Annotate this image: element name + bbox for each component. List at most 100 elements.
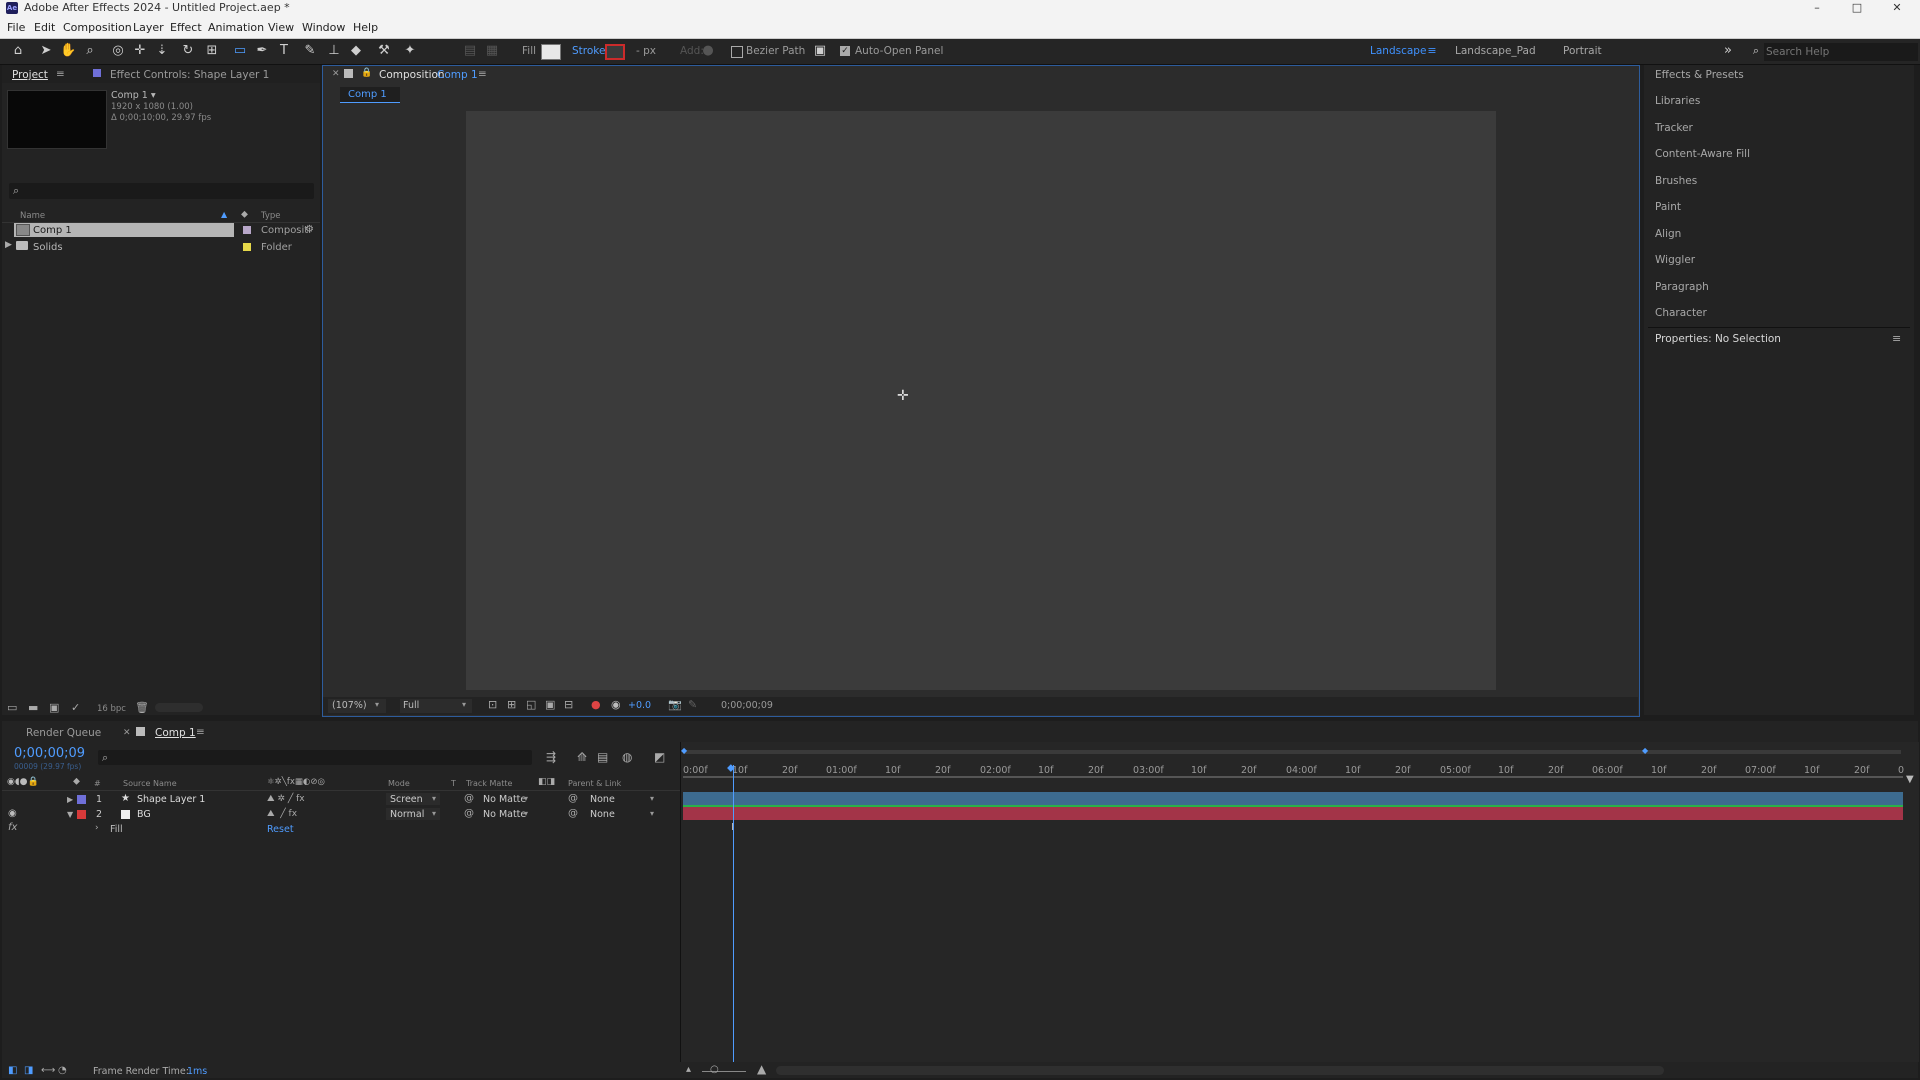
pan-behind-icon[interactable]: ⊞ — [204, 43, 220, 59]
panel-character[interactable]: Character — [1655, 307, 1707, 319]
composition-viewer[interactable] — [466, 111, 1496, 690]
workspace-landscape[interactable]: Landscape — [1370, 45, 1426, 57]
clone-stamp-icon[interactable]: ⊥ — [326, 43, 342, 59]
type-tool-icon[interactable]: T — [276, 43, 292, 59]
render-time-toggle-icon[interactable]: ◔ — [58, 1065, 67, 1076]
auto-open-checkbox[interactable]: ✓ — [840, 46, 850, 56]
menu-layer[interactable]: Layer — [133, 21, 164, 34]
tab-composition[interactable]: Composition — [379, 69, 445, 81]
timeline-search-input[interactable] — [98, 750, 532, 765]
matte-pickwhip-icon[interactable]: @ — [464, 808, 474, 819]
matte-pickwhip-icon[interactable]: @ — [464, 793, 474, 804]
tab-comp-name[interactable]: Comp 1 — [437, 69, 478, 81]
expanded-arrow-icon[interactable]: ▼ — [67, 810, 73, 819]
snap-icon[interactable]: ▦ — [484, 43, 500, 59]
menu-window[interactable]: Window — [302, 21, 345, 34]
zoom-out-icon[interactable]: ▴ — [686, 1064, 691, 1075]
align-icon[interactable]: ▤ — [462, 43, 478, 59]
menu-effect[interactable]: Effect — [170, 21, 202, 34]
tool-option-icon[interactable]: ▣ — [812, 43, 828, 59]
label-swatch-folder[interactable] — [243, 243, 251, 251]
timeline-horizontal-scrollbar[interactable] — [776, 1066, 1664, 1075]
interpret-footage-icon[interactable]: ▭ — [7, 701, 17, 714]
close-icon[interactable]: ✕ — [1874, 0, 1920, 16]
layer-row-1[interactable] — [2, 792, 680, 806]
menu-view[interactable]: View — [268, 21, 294, 34]
column-name[interactable]: Name — [20, 211, 45, 221]
comp-panel-menu-icon[interactable]: ≡ — [478, 68, 487, 80]
panel-brushes[interactable]: Brushes — [1655, 175, 1697, 187]
dolly-camera-icon[interactable]: ⇣ — [154, 43, 170, 59]
panel-align[interactable]: Align — [1655, 228, 1681, 240]
zoom-tool-icon[interactable]: ⌕ — [82, 43, 98, 59]
playhead-line[interactable] — [733, 765, 734, 1062]
label-swatch-comp[interactable] — [243, 226, 251, 234]
parent-value[interactable]: None — [590, 809, 615, 820]
fast-previews-icon[interactable]: ⊡ — [488, 698, 497, 711]
layer-row-2[interactable] — [2, 807, 680, 821]
label-column-icon[interactable]: ⬥ — [241, 209, 248, 220]
panel-wiggler[interactable]: Wiggler — [1655, 254, 1695, 266]
track-matte-value[interactable]: No Matte — [483, 794, 526, 805]
tab-effect-controls[interactable]: Effect Controls: Shape Layer 1 — [110, 69, 269, 81]
expand-arrow-icon[interactable]: ▶ — [5, 240, 12, 250]
hand-tool-icon[interactable]: ✋ — [60, 43, 76, 59]
breadcrumb-comp[interactable]: Comp 1 — [348, 89, 387, 100]
timeline-graph-area[interactable] — [680, 742, 1919, 1062]
comp-marker-bin-icon[interactable]: ▼ — [1906, 774, 1914, 785]
tab-project[interactable]: Project — [12, 69, 48, 81]
transfer-controls-toggle-icon[interactable]: ◨ — [24, 1065, 33, 1076]
sort-ascending-icon[interactable]: ▲ — [221, 210, 227, 219]
panel-content-aware-fill[interactable]: Content-Aware Fill — [1655, 148, 1750, 160]
project-item-name[interactable]: Solids — [33, 242, 63, 253]
layer-switches-toggle-icon[interactable]: ◧ — [8, 1065, 17, 1076]
zoom-slider-track[interactable] — [702, 1071, 746, 1072]
orbit-camera-icon[interactable]: ◎ — [110, 43, 126, 59]
label-column-icon[interactable]: ⬥ — [73, 776, 80, 787]
zoom-slider-handle[interactable]: ○ — [710, 1064, 719, 1075]
column-mode[interactable]: Mode — [388, 779, 410, 788]
flowchart-icon[interactable]: ⚙ — [305, 224, 314, 235]
delete-icon[interactable]: 🗑 — [135, 701, 149, 714]
roto-brush-icon[interactable]: ⚒ — [376, 43, 392, 59]
work-area-bar[interactable] — [683, 750, 1901, 754]
close-tab-icon[interactable]: ✕ — [332, 69, 340, 79]
track-matte-value[interactable]: No Matte — [483, 809, 526, 820]
parent-value[interactable]: None — [590, 794, 615, 805]
new-comp-icon[interactable]: ▣ — [49, 701, 59, 714]
fill-swatch[interactable] — [541, 44, 561, 60]
bezier-checkbox[interactable] — [731, 46, 743, 58]
adjust-settings-icon[interactable]: ✓ — [71, 701, 80, 714]
layer-name[interactable]: BG — [137, 809, 151, 820]
tab-render-queue[interactable]: Render Queue — [26, 727, 101, 739]
search-help-input[interactable] — [1764, 43, 1918, 61]
transparency-grid-icon[interactable]: ⊞ — [507, 698, 516, 711]
tab-timeline-comp[interactable]: Comp 1 — [155, 727, 196, 739]
comp-mini-flowchart-icon[interactable]: ⇶ — [546, 750, 556, 764]
close-tab-icon[interactable]: ✕ — [123, 728, 131, 738]
thumbnail-scroll[interactable] — [155, 703, 203, 712]
workspace-landscape-pad[interactable]: Landscape_Pad — [1455, 45, 1536, 57]
menu-animation[interactable]: Animation — [208, 21, 264, 34]
column-source-name[interactable]: Source Name — [123, 779, 177, 788]
column-type[interactable]: Type — [261, 211, 281, 221]
panel-effects-presets[interactable]: Effects & Presets — [1655, 69, 1744, 81]
layer-label-swatch[interactable] — [77, 810, 86, 819]
new-folder-icon[interactable]: ▬ — [28, 701, 38, 714]
eye-icon[interactable]: ◉ — [8, 808, 17, 819]
layer-switches[interactable]: ⛰ ✲ ╱ fx — [267, 794, 305, 804]
work-area-start-handle[interactable]: ◆ — [681, 746, 687, 755]
parent-pickwhip-icon[interactable]: @ — [568, 793, 578, 804]
pan-camera-icon[interactable]: ✛ — [132, 43, 148, 59]
search-icon[interactable]: ⌕ — [1748, 43, 1764, 59]
eraser-tool-icon[interactable]: ◆ — [348, 43, 364, 59]
current-time-display[interactable]: 0;00;00;09 — [14, 746, 85, 761]
reset-link[interactable]: Reset — [267, 824, 294, 835]
project-menu-icon[interactable]: ≡ — [56, 68, 65, 80]
home-icon[interactable]: ⌂ — [10, 43, 26, 59]
comp-info-name[interactable]: Comp 1 ▾ — [111, 90, 156, 101]
workspace-portrait[interactable]: Portrait — [1563, 45, 1602, 57]
exposure-reset-icon[interactable]: ◉ — [611, 698, 621, 711]
expand-arrow-icon[interactable]: ▶ — [67, 795, 73, 804]
layer-bar-shape-layer-1[interactable] — [683, 792, 1903, 807]
